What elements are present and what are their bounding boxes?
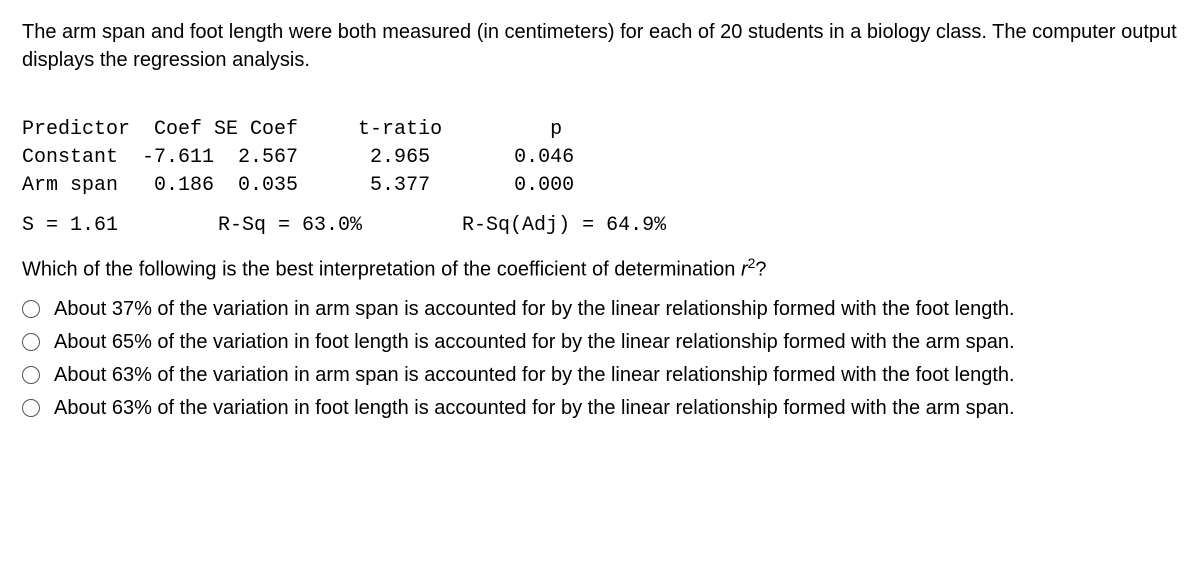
option-label: About 65% of the variation in foot lengt… [54,331,1015,354]
option-a[interactable]: About 37% of the variation in arm span i… [22,298,1178,321]
option-label: About 63% of the variation in foot lengt… [54,397,1015,420]
summary-stats: S = 1.61 R-Sq = 63.0% R-Sq(Adj) = 64.9% [22,214,1178,237]
stat-rsq-adj: R-Sq(Adj) = 64.9% [462,214,666,237]
option-b[interactable]: About 65% of the variation in foot lengt… [22,331,1178,354]
radio-icon[interactable] [22,366,40,384]
radio-icon[interactable] [22,333,40,351]
table-row-constant: Constant -7.611 2.567 2.965 0.046 [22,146,574,169]
option-d[interactable]: About 63% of the variation in foot lengt… [22,397,1178,420]
radio-icon[interactable] [22,399,40,417]
r-squared-symbol: r [741,259,748,281]
radio-icon[interactable] [22,300,40,318]
option-label: About 37% of the variation in arm span i… [54,298,1015,321]
option-c[interactable]: About 63% of the variation in arm span i… [22,364,1178,387]
question-text-suffix: ? [755,259,766,281]
stat-rsq: R-Sq = 63.0% [218,214,362,237]
question-prompt: Which of the following is the best inter… [22,255,1178,282]
stat-s: S = 1.61 [22,214,118,237]
question-intro: The arm span and foot length were both m… [22,18,1178,74]
table-row-armspan: Arm span 0.186 0.035 5.377 0.000 [22,174,574,197]
answer-options: About 37% of the variation in arm span i… [22,298,1178,420]
question-text-prefix: Which of the following is the best inter… [22,259,741,281]
option-label: About 63% of the variation in arm span i… [54,364,1015,387]
regression-table: Predictor Coef SE Coef t-ratio p Constan… [22,88,1178,200]
table-header: Predictor Coef SE Coef t-ratio p [22,118,562,141]
